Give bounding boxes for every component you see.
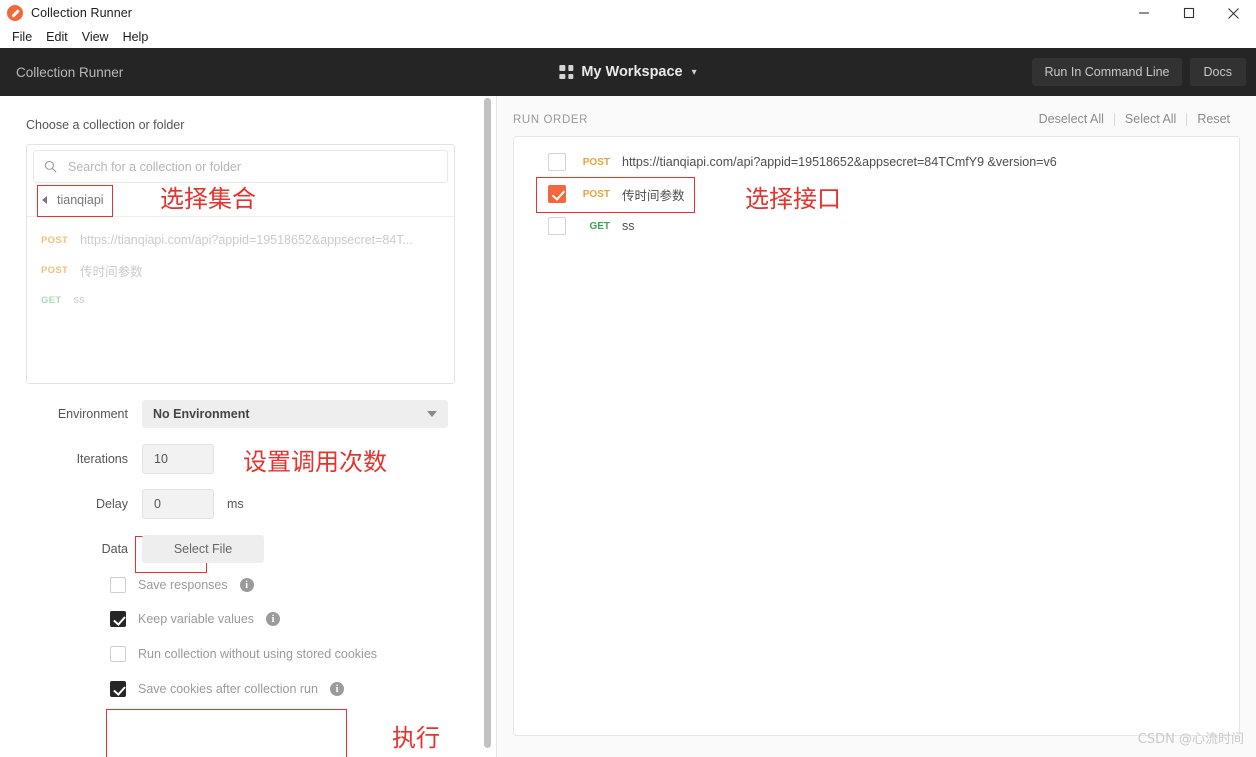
chevron-down-icon: [427, 411, 437, 417]
app-header: Collection Runner My Workspace ▾ Run In …: [0, 48, 1256, 96]
annotation-box-run: [106, 709, 347, 757]
grid-icon: [559, 65, 574, 79]
watermark: CSDN @心流时间: [1137, 732, 1244, 747]
left-pane-scrollbar[interactable]: [484, 98, 491, 748]
checkbox[interactable]: [548, 153, 566, 171]
menu-view[interactable]: View: [75, 28, 116, 46]
reset-button[interactable]: Reset: [1187, 112, 1240, 126]
list-item[interactable]: POST https://tianqiapi.com/api?appid=195…: [27, 225, 454, 255]
close-icon[interactable]: [1211, 0, 1256, 26]
request-name: ss: [73, 294, 85, 306]
checkbox[interactable]: [110, 646, 126, 662]
delay-row: Delay ms: [22, 489, 244, 519]
request-name: 传时间参数: [80, 264, 143, 279]
info-icon[interactable]: i: [239, 578, 254, 592]
annotation-execute: 执行: [392, 724, 440, 752]
iterations-input[interactable]: [142, 444, 214, 474]
list-item[interactable]: GET ss: [27, 285, 454, 315]
iterations-label: Iterations: [76, 452, 128, 466]
select-all-button[interactable]: Select All: [1115, 112, 1186, 126]
run-order-actions: Deselect All Select All Reset: [1029, 112, 1240, 126]
method-label: POST: [41, 234, 69, 246]
option-label: Save cookies after collection run: [138, 682, 318, 696]
checkbox[interactable]: [548, 185, 566, 203]
annotation-set-iterations: 设置调用次数: [243, 448, 387, 476]
delay-input[interactable]: [142, 489, 214, 519]
info-icon[interactable]: i: [266, 612, 281, 626]
request-name: https://tianqiapi.com/api?appid=19518652…: [622, 155, 1057, 169]
header-title: Collection Runner: [16, 64, 124, 80]
environment-label: Environment: [57, 407, 128, 421]
window-controls: [1121, 0, 1256, 26]
info-icon[interactable]: i: [329, 682, 344, 696]
menu-edit[interactable]: Edit: [39, 28, 75, 46]
delay-unit-label: ms: [227, 497, 244, 511]
maximize-icon[interactable]: [1166, 0, 1211, 26]
annotation-choose-collection: 选择集合: [160, 185, 256, 213]
search-icon: [44, 160, 57, 173]
iterations-row: Iterations: [22, 444, 214, 474]
menu-help[interactable]: Help: [116, 28, 156, 46]
workspace-name: My Workspace: [581, 64, 683, 80]
option-label: Keep variable values: [138, 612, 255, 626]
data-row: Data Select File: [22, 535, 264, 563]
breadcrumb-tianqiapi[interactable]: tianqiapi: [37, 189, 113, 211]
option-label: Save responses: [138, 578, 228, 592]
docs-button[interactable]: Docs: [1189, 58, 1246, 86]
option-save-responses[interactable]: Save responses i: [110, 577, 254, 593]
left-pane: Choose a collection or folder tianqiapi …: [0, 96, 488, 757]
run-order-label: RUN ORDER: [513, 114, 589, 126]
breadcrumb-label: tianqiapi: [57, 192, 104, 207]
postman-logo-icon: [7, 5, 23, 21]
data-label: Data: [101, 542, 128, 556]
choose-collection-label: Choose a collection or folder: [26, 118, 185, 132]
option-keep-variable-values[interactable]: Keep variable values i: [110, 611, 281, 627]
method-label: GET: [41, 294, 62, 306]
checkbox[interactable]: [110, 577, 126, 593]
header-actions: Run In Command Line Docs: [1032, 58, 1246, 86]
run-order-row[interactable]: POST https://tianqiapi.com/api?appid=195…: [514, 146, 1239, 178]
annotation-choose-interface: 选择接口: [745, 185, 841, 213]
environment-value: No Environment: [153, 407, 250, 421]
method-label: POST: [582, 156, 610, 168]
list-item[interactable]: POST 传时间参数: [27, 255, 454, 285]
environment-select[interactable]: No Environment: [142, 400, 448, 428]
request-name: 传时间参数: [622, 188, 685, 203]
select-file-button[interactable]: Select File: [142, 535, 264, 563]
delay-label: Delay: [96, 497, 128, 511]
checkbox[interactable]: [110, 611, 126, 627]
option-run-without-cookies[interactable]: Run collection without using stored cook…: [110, 646, 377, 662]
deselect-all-button[interactable]: Deselect All: [1029, 112, 1114, 126]
titlebar: Collection Runner: [0, 0, 1256, 26]
workspace-selector[interactable]: My Workspace ▾: [559, 64, 697, 80]
method-label: POST: [41, 264, 69, 276]
menu-file[interactable]: File: [5, 28, 39, 46]
minimize-icon[interactable]: [1121, 0, 1166, 26]
environment-row: Environment No Environment: [22, 400, 448, 428]
back-triangle-icon: [42, 195, 47, 204]
method-label: POST: [582, 188, 610, 200]
method-label: GET: [589, 220, 610, 232]
checkbox[interactable]: [548, 217, 566, 235]
request-name: ss: [622, 219, 635, 233]
request-list: POST https://tianqiapi.com/api?appid=195…: [27, 217, 454, 315]
checkbox[interactable]: [110, 681, 126, 697]
window-title: Collection Runner: [31, 6, 133, 20]
search-input[interactable]: [66, 158, 437, 175]
right-pane: RUN ORDER Deselect All Select All Reset …: [497, 96, 1256, 757]
request-name: https://tianqiapi.com/api?appid=19518652…: [80, 233, 413, 247]
run-order-list: POST https://tianqiapi.com/api?appid=195…: [513, 136, 1240, 736]
option-save-cookies[interactable]: Save cookies after collection run i: [110, 681, 344, 697]
collection-runner-window: Collection Runner File Edit View Help Co…: [0, 0, 1256, 757]
run-order-row[interactable]: GET ss: [514, 210, 1239, 242]
menubar: File Edit View Help: [0, 26, 1256, 48]
run-in-command-line-button[interactable]: Run In Command Line: [1032, 58, 1182, 86]
option-label: Run collection without using stored cook…: [138, 647, 378, 661]
chevron-down-icon: ▾: [691, 66, 697, 78]
run-order-row[interactable]: POST 传时间参数: [514, 178, 1239, 210]
